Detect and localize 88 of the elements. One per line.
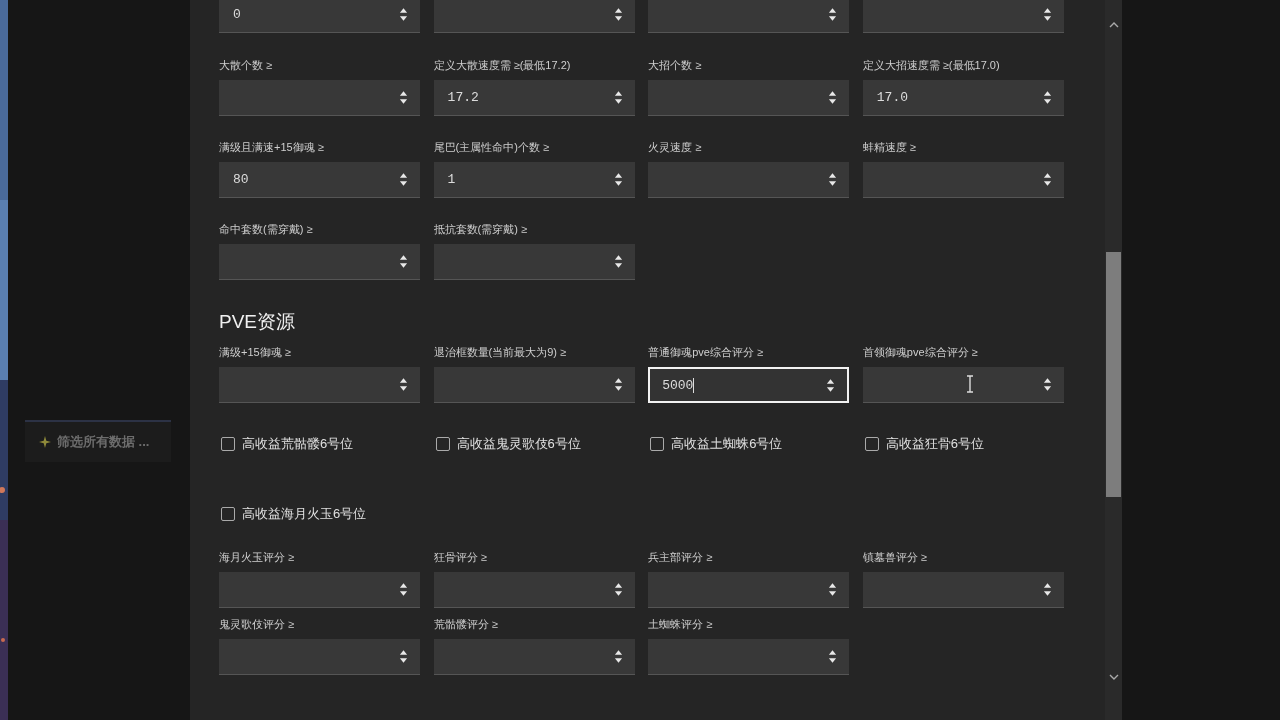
number-field[interactable] (433, 572, 635, 608)
field-label: 定义大散速度需 ≥(最低17.2) (433, 58, 572, 72)
spinner-arrows-icon[interactable] (613, 90, 623, 105)
field-label: 定义大招速度需 ≥(最低17.0) (862, 58, 1001, 72)
scroll-down-icon[interactable] (1108, 674, 1119, 680)
spinner-arrows-icon[interactable] (399, 254, 408, 269)
number-field[interactable] (219, 639, 420, 675)
field-label: 满级+15御魂 ≥ (219, 345, 292, 359)
number-field[interactable] (648, 0, 850, 33)
checkbox[interactable] (221, 507, 235, 521)
scrollbar-thumb[interactable] (1106, 252, 1121, 497)
field-label: 退治框数量(当前最大为9) ≥ (433, 345, 568, 359)
checkbox[interactable] (864, 437, 879, 451)
spinner-arrows-icon[interactable] (613, 582, 623, 597)
spinner-arrows-icon[interactable] (613, 649, 623, 664)
field-label: 命中套数(需穿戴) ≥ (219, 222, 314, 236)
spinner-arrows-icon[interactable] (399, 7, 408, 22)
number-field[interactable] (648, 80, 850, 116)
checkbox-label[interactable]: 高收益土蜘蛛6号位 (671, 435, 783, 453)
field-label: 土蜘蛛评分 ≥ (648, 617, 714, 631)
number-field[interactable] (219, 244, 420, 280)
spinner-arrows-icon[interactable] (1042, 377, 1052, 392)
spinner-arrows-icon[interactable] (399, 90, 408, 105)
spinner-arrows-icon[interactable] (1042, 90, 1052, 105)
number-field[interactable] (862, 0, 1064, 33)
number-field[interactable]: 80 (219, 162, 420, 198)
checkbox[interactable] (435, 437, 450, 451)
field-label: 鬼灵歌伎评分 ≥ (219, 617, 296, 631)
number-field[interactable] (433, 639, 635, 675)
spinner-arrows-icon[interactable] (826, 377, 836, 393)
number-field[interactable] (433, 244, 635, 280)
checkbox[interactable] (221, 437, 235, 451)
number-field[interactable] (862, 162, 1064, 198)
number-field[interactable]: 0 (219, 0, 420, 33)
field-label: 蚌精速度 ≥ (862, 140, 917, 154)
field-label: 兵主部评分 ≥ (648, 550, 714, 564)
number-field[interactable]: 1 (433, 162, 635, 198)
checkbox-label[interactable]: 高收益荒骷髅6号位 (242, 435, 354, 453)
field-label: 满级且满速+15御魂 ≥ (219, 140, 325, 154)
checkbox-label[interactable]: 高收益鬼灵歌伎6号位 (456, 435, 581, 453)
checkbox-label[interactable]: 高收益海月火玉6号位 (242, 505, 367, 523)
spinner-arrows-icon[interactable] (828, 172, 838, 187)
number-field[interactable] (648, 572, 850, 608)
number-field[interactable] (219, 367, 420, 403)
spinner-arrows-icon[interactable] (613, 172, 623, 187)
number-field[interactable] (219, 572, 420, 608)
sparkle-icon (39, 436, 51, 448)
field-label: 大招个数 ≥ (648, 58, 703, 72)
section-title: PVE资源 (219, 310, 297, 334)
spinner-arrows-icon[interactable] (399, 377, 408, 392)
spinner-arrows-icon[interactable] (828, 7, 838, 22)
number-field[interactable]: 5000 (648, 367, 850, 403)
field-label: 海月火玉评分 ≥ (219, 550, 296, 564)
number-field[interactable] (433, 0, 635, 33)
checkbox[interactable] (650, 437, 665, 451)
number-field[interactable]: 17.2 (433, 80, 635, 116)
field-label: 大散个数 ≥ (219, 58, 274, 72)
field-label: 普通御魂pve综合评分 ≥ (648, 345, 765, 359)
spinner-arrows-icon[interactable] (613, 254, 623, 269)
spinner-arrows-icon[interactable] (399, 582, 408, 597)
spinner-arrows-icon[interactable] (399, 172, 408, 187)
checkbox-label[interactable]: 高收益狂骨6号位 (885, 435, 984, 453)
field-label: 尾巴(主属性命中)个数 ≥ (433, 140, 550, 154)
field-label: 火灵速度 ≥ (648, 140, 703, 154)
scroll-up-icon[interactable] (1108, 22, 1119, 28)
field-label: 狂骨评分 ≥ (433, 550, 488, 564)
number-field[interactable]: 17.0 (862, 80, 1064, 116)
spinner-arrows-icon[interactable] (1042, 172, 1052, 187)
number-field[interactable] (648, 162, 850, 198)
number-field[interactable] (433, 367, 635, 403)
spinner-arrows-icon[interactable] (613, 377, 623, 392)
text-caret (693, 377, 695, 393)
spinner-arrows-icon[interactable] (1042, 7, 1052, 22)
number-field[interactable] (219, 80, 420, 116)
field-label: 荒骷髅评分 ≥ (433, 617, 499, 631)
spinner-arrows-icon[interactable] (613, 7, 623, 22)
field-label: 首领御魂pve综合评分 ≥ (862, 345, 979, 359)
spinner-arrows-icon[interactable] (828, 649, 838, 664)
spinner-arrows-icon[interactable] (399, 649, 408, 664)
number-field[interactable] (862, 572, 1064, 608)
spinner-arrows-icon[interactable] (1042, 582, 1052, 597)
field-label: 抵抗套数(需穿戴) ≥ (433, 222, 528, 236)
field-label: 镇墓兽评分 ≥ (862, 550, 928, 564)
spinner-arrows-icon[interactable] (828, 90, 838, 105)
number-field[interactable] (862, 367, 1064, 403)
spinner-arrows-icon[interactable] (828, 582, 838, 597)
number-field[interactable] (648, 639, 850, 675)
scrollbar[interactable] (1105, 0, 1122, 720)
